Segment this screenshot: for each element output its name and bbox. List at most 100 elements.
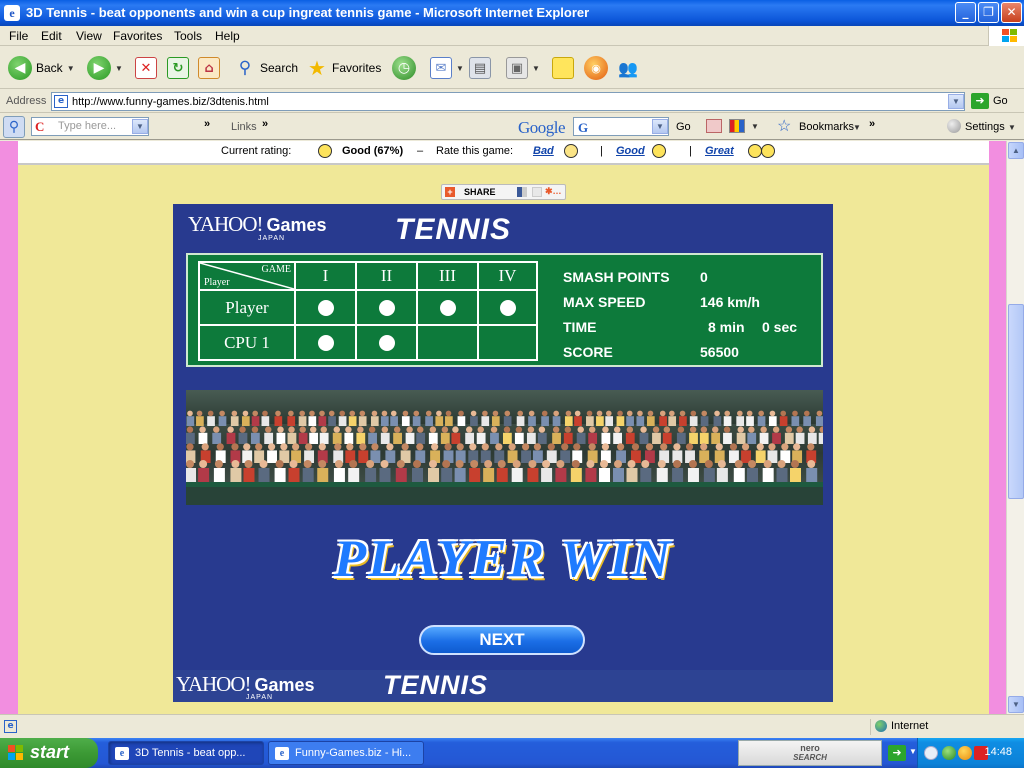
nero-go-icon[interactable]: ➜ xyxy=(888,745,906,761)
menu-help[interactable]: Help xyxy=(215,29,240,43)
stat-time-label: TIME xyxy=(563,319,597,335)
dropdown-arrow-icon[interactable]: ▼ xyxy=(652,119,668,134)
rate-good-link[interactable]: Good xyxy=(616,145,645,157)
favorites-button[interactable]: ★ Favorites xyxy=(306,55,381,81)
title-bar[interactable]: e 3D Tennis - beat opponents and win a c… xyxy=(0,0,1024,26)
dropdown-arrow-icon[interactable]: ▼ xyxy=(853,123,861,132)
tray-collapse-icon[interactable] xyxy=(924,746,938,760)
messenger-button[interactable]: ◉ xyxy=(584,55,608,81)
spectator-head xyxy=(503,426,511,433)
sad-face-icon[interactable] xyxy=(564,144,578,158)
edit-button[interactable]: ▣ ▼ xyxy=(506,55,540,81)
spectator-body xyxy=(679,416,687,426)
dropdown-arrow-icon[interactable]: ▼ xyxy=(67,64,75,73)
dropdown-arrow-icon[interactable]: ▼ xyxy=(1008,123,1016,132)
spectator-head xyxy=(196,410,203,417)
tray-network-icon[interactable] xyxy=(942,746,956,760)
dropdown-arrow-icon[interactable]: ▼ xyxy=(909,747,917,756)
menu-favorites[interactable]: Favorites xyxy=(113,29,162,43)
dropdown-arrow-icon[interactable]: ▼ xyxy=(751,122,759,131)
mail-button[interactable]: ✉ ▼ xyxy=(430,55,464,81)
maximize-button[interactable]: ❐ xyxy=(978,2,999,23)
spectator-body xyxy=(640,468,652,482)
start-button[interactable]: start xyxy=(0,738,98,768)
spectator-head xyxy=(538,426,546,433)
dropdown-arrow-icon[interactable]: ▼ xyxy=(456,64,464,73)
spectator-body xyxy=(251,416,260,426)
score-cell xyxy=(418,291,479,326)
chevron-right-icon[interactable]: » xyxy=(204,118,210,130)
stop-button[interactable]: ✕ xyxy=(135,55,157,81)
spectator-body xyxy=(552,416,561,426)
spectator-body xyxy=(588,432,598,444)
google-search-input[interactable]: G ▼ xyxy=(573,117,669,136)
tray-app-icon[interactable] xyxy=(958,746,972,760)
search-icon[interactable]: ⚲ xyxy=(3,116,25,138)
minimize-button[interactable]: _ xyxy=(955,2,976,23)
spectator-head xyxy=(470,460,479,468)
spectator-head xyxy=(663,426,671,433)
spectator-head xyxy=(455,460,464,468)
scroll-thumb[interactable] xyxy=(1008,304,1024,499)
spectator-body xyxy=(348,468,360,482)
great-face-icon[interactable] xyxy=(761,144,775,158)
scroll-up-icon[interactable]: ▲ xyxy=(1008,142,1024,159)
share-button[interactable]: + SHARE ✱… xyxy=(441,184,566,200)
people-button[interactable]: 👥 xyxy=(617,55,639,81)
dropdown-arrow-icon[interactable]: ▼ xyxy=(115,64,123,73)
dropdown-arrow-icon[interactable]: ▼ xyxy=(532,64,540,73)
rate-bad-link[interactable]: Bad xyxy=(533,145,554,157)
spectator-body xyxy=(332,432,342,444)
great-face-icon[interactable] xyxy=(748,144,762,158)
home-button[interactable]: ⌂ xyxy=(198,55,220,81)
chevron-right-icon[interactable]: » xyxy=(869,118,875,130)
spectator-body xyxy=(358,450,369,463)
game-won-dot xyxy=(317,334,334,351)
menu-view[interactable]: View xyxy=(76,29,102,43)
links-label[interactable]: Links xyxy=(231,121,257,133)
nero-search-box[interactable]: nero SEARCH xyxy=(738,740,882,766)
taskbar-item-tennis[interactable]: e 3D Tennis - beat opp... xyxy=(108,741,264,765)
bookmarks-button[interactable]: Bookmarks xyxy=(799,121,854,133)
stop-icon: ✕ xyxy=(135,57,157,79)
vertical-scrollbar[interactable]: ▲ ▼ xyxy=(1006,141,1024,714)
popup-blocker-icon[interactable] xyxy=(729,119,745,133)
google-go-button[interactable]: Go xyxy=(676,121,691,133)
spectator-body xyxy=(212,432,222,444)
pagerank-icon[interactable] xyxy=(706,119,722,133)
refresh-button[interactable]: ↻ xyxy=(167,55,189,81)
forward-button[interactable]: ▶ ▼ xyxy=(87,55,123,81)
chevron-right-icon[interactable]: » xyxy=(262,118,268,130)
spectator-body xyxy=(736,432,746,444)
address-input[interactable]: e http://www.funny-games.biz/3dtenis.htm… xyxy=(51,92,965,111)
menu-tools[interactable]: Tools xyxy=(174,29,202,43)
next-button[interactable]: NEXT xyxy=(419,625,585,655)
print-button[interactable]: ▤ xyxy=(469,55,491,81)
spectator-head xyxy=(497,460,506,468)
spectator-body xyxy=(298,432,308,444)
dropdown-arrow-icon[interactable]: ▼ xyxy=(132,119,148,134)
menu-file[interactable]: File xyxy=(9,29,28,43)
history-button[interactable]: ◷ xyxy=(392,55,416,81)
back-button[interactable]: ◀ Back ▼ xyxy=(8,55,75,81)
spectator-head xyxy=(807,443,815,451)
close-button[interactable]: ✕ xyxy=(1001,2,1022,23)
spectator-body xyxy=(747,432,757,444)
spectator-head xyxy=(508,443,516,451)
go-button[interactable]: ➜ Go xyxy=(971,93,1008,109)
toolbar-search-input[interactable]: C Type here... ▼ xyxy=(31,117,149,136)
notes-button[interactable] xyxy=(552,55,574,81)
spectator-body xyxy=(405,432,415,444)
address-dropdown-icon[interactable]: ▼ xyxy=(948,94,964,109)
scroll-down-icon[interactable]: ▼ xyxy=(1008,696,1024,713)
taskbar-item-funny-games[interactable]: e Funny-Games.biz - Hi... xyxy=(268,741,424,765)
search-button[interactable]: ⚲ Search xyxy=(234,55,298,81)
menu-edit[interactable]: Edit xyxy=(41,29,62,43)
tennis-game[interactable]: YAHOO! Games JAPAN TENNIS GAME Player I I… xyxy=(173,204,833,702)
spectator-body xyxy=(287,432,297,444)
settings-button[interactable]: Settings xyxy=(965,121,1005,133)
rate-great-link[interactable]: Great xyxy=(705,145,734,157)
spectator-head xyxy=(574,410,581,417)
cool-face-icon[interactable] xyxy=(652,144,666,158)
game-won-dot xyxy=(499,299,516,316)
